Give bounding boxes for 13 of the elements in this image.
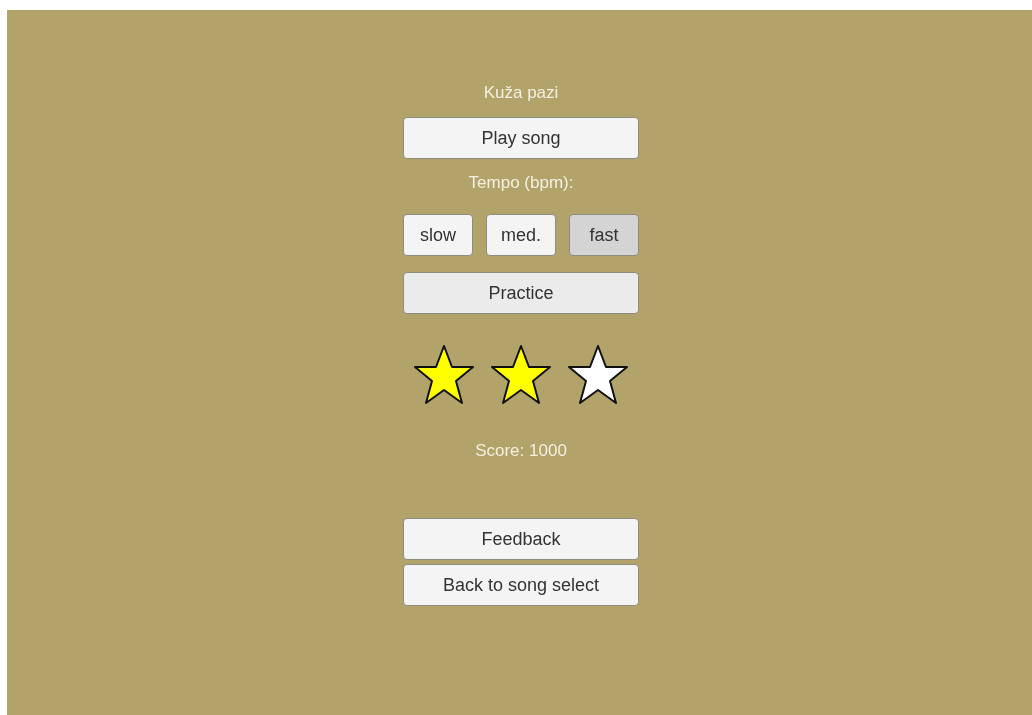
score-text: Score: 1000 <box>474 440 568 462</box>
practice-button[interactable]: Practice <box>403 272 639 314</box>
menu-button[interactable]: Feedback <box>403 518 639 560</box>
song-title: Kuža pazi <box>482 82 560 104</box>
tempo-button[interactable]: slow <box>403 214 473 256</box>
star-icon <box>413 344 475 406</box>
menu-button[interactable]: Back to song select <box>403 564 639 606</box>
star-icon <box>490 344 552 406</box>
tempo-button[interactable]: fast <box>569 214 639 256</box>
star-icon <box>567 344 629 406</box>
tempo-button[interactable]: med. <box>486 214 556 256</box>
tempo-label: Tempo (bpm): <box>467 172 575 194</box>
play-song-button[interactable]: Play song <box>403 117 639 159</box>
